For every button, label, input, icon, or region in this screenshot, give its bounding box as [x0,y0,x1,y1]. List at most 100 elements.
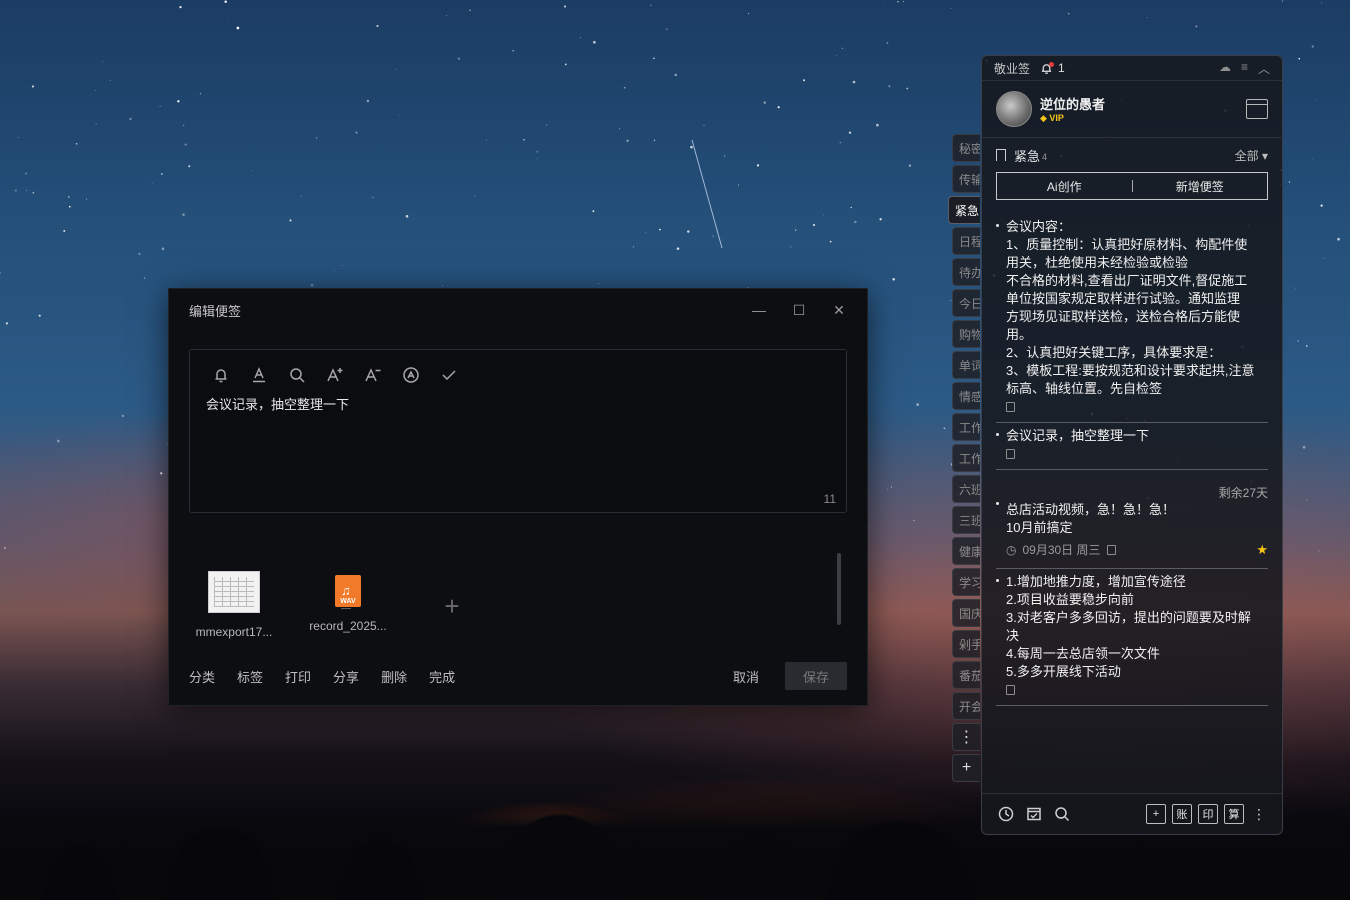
note-meta [996,685,1268,695]
app-name: 敬业签 [994,61,1031,76]
sidetab-6[interactable]: 购物 [952,320,980,348]
sidetab-9[interactable]: 工作 [952,413,980,441]
auto-format-icon[interactable] [396,362,426,388]
font-decrease-icon[interactable] [358,362,388,388]
add-category-button[interactable]: + [952,754,980,782]
notification-dot [1049,61,1055,67]
sidetab-2[interactable]: 紧急 [948,196,980,224]
editor-title: 编辑便签 [189,303,242,319]
avatar[interactable] [996,91,1032,127]
note-line: 1.增加地推力度，增加宣传途径 [1006,574,1186,589]
panel-topbar[interactable]: 敬业签 1 ☁ ≡ ︿ [982,56,1282,81]
checklist-icon[interactable] [1026,806,1042,822]
more-tabs-button[interactable]: ⋮ [952,723,980,751]
days-remaining: 剩余27天 [1218,486,1268,500]
notification-button[interactable]: 1 [1040,61,1065,75]
menu-icon[interactable]: ≡ [1241,60,1248,77]
action-bar: Ai创作 新增便签 [996,172,1268,200]
note-editor[interactable]: 会议记录，抽空整理一下 11 [189,349,847,513]
sidetab-11[interactable]: 六班 [952,475,980,503]
attachments: mmexport17... ♫ WAV record_2025... + [189,571,477,641]
sidetab-8[interactable]: 情感 [952,382,980,410]
text-color-icon[interactable] [244,362,274,388]
note-item[interactable]: 剩余27天总店活动视频，急！急！急！ 10月前搞定 ◷ 09月30日 周三 ★ [996,470,1268,569]
lock-icon[interactable] [1006,449,1015,459]
sidetab-15[interactable]: 国庆 [952,599,980,627]
category-button[interactable]: 分类 [189,667,215,686]
minimize-button[interactable]: — [739,297,779,323]
ai-create-button[interactable]: Ai创作 [997,178,1132,195]
sidetab-16[interactable]: 剁手 [952,630,980,658]
note-line: 3.对老客户多多回访，提出的问题要及时解 [1006,610,1251,625]
note-meta [996,449,1268,459]
filter-dropdown[interactable]: 全部 ▾ [1235,147,1268,164]
editor-titlebar[interactable]: 编辑便签 — ☐ ✕ [169,289,867,331]
add-attachment-button[interactable]: + [427,571,477,641]
note-line: 4.每周一去总店领一次文件 [1006,646,1160,661]
note-content[interactable]: 会议记录，抽空整理一下 [190,388,846,419]
search-icon[interactable] [282,362,312,388]
sidetab-5[interactable]: 今日 [952,289,980,317]
panel-bottombar: + 账 印 算 ⋮ [982,793,1282,834]
username[interactable]: 逆位的愚者 [1040,94,1105,113]
lock-icon[interactable] [1106,544,1116,555]
sidetab-0[interactable]: 秘密 [952,134,980,162]
tag-button[interactable]: 标签 [237,667,263,686]
editor-footer: 分类 标签 打印 分享 删除 完成 取消 保存 [189,661,847,691]
wav-file-icon: ♫ WAV [335,575,361,609]
close-button[interactable]: ✕ [819,297,859,323]
sidetab-1[interactable]: 传输 [952,165,980,193]
note-line: 用关，杜绝使用未经检验或检验 [1006,255,1189,270]
star-icon[interactable]: ★ [1256,542,1268,558]
calendar-icon[interactable] [1246,99,1268,119]
add-note-button[interactable]: 新增便签 [1133,178,1268,195]
new-note-button[interactable]: + [1146,804,1166,824]
sidetab-18[interactable]: 开会 [952,692,980,720]
cloud-sync-icon[interactable]: ☁ [1219,60,1231,77]
clock-icon: ◷ [1006,542,1017,557]
account-button[interactable]: 账 [1172,804,1192,824]
sidetab-13[interactable]: 健康 [952,537,980,565]
bell-icon[interactable] [206,362,236,388]
lock-icon[interactable] [1006,685,1015,695]
window-controls: — ☐ ✕ [739,297,859,323]
attachment-image[interactable]: mmexport17... [189,571,279,641]
check-icon[interactable] [434,362,464,388]
clock-icon[interactable] [998,806,1014,822]
attachment-audio[interactable]: ♫ WAV record_2025... [303,571,393,641]
more-options-icon[interactable]: ⋮ [1252,806,1266,823]
note-item[interactable]: 1.增加地推力度，增加宣传途径 2.项目收益要稳步向前 3.对老客户多多回访，提出的… [996,569,1268,706]
save-button[interactable]: 保存 [785,662,847,690]
sidetab-12[interactable]: 三班 [952,506,980,534]
search-icon[interactable] [1054,806,1070,822]
collapse-icon[interactable]: ︿ [1258,60,1270,77]
sidetab-3[interactable]: 日程 [952,227,980,255]
note-line: 总店活动视频，急！急！急！ [1006,502,1176,517]
sidetab-4[interactable]: 待办 [952,258,980,286]
note-line: 2.项目收益要稳步向前 [1006,592,1134,607]
note-line: 不合格的材料,查看出厂证明文件,督促施工 [1006,273,1248,288]
print-button[interactable]: 打印 [285,667,311,686]
cancel-button[interactable]: 取消 [733,667,759,686]
print-button[interactable]: 印 [1198,804,1218,824]
calculator-button[interactable]: 算 [1224,804,1244,824]
attachments-scrollbar[interactable] [837,553,841,625]
note-list: 会议内容： 1、质量控制：认真把好原材料、构配件使 用关，杜绝使用未经检验或检验 不合… [982,200,1282,706]
note-item[interactable]: 会议内容： 1、质量控制：认真把好原材料、构配件使 用关，杜绝使用未经检验或检验 不合… [996,214,1268,423]
note-item[interactable]: 会议记录，抽空整理一下 [996,423,1268,470]
note-meta [996,402,1268,412]
sidetab-10[interactable]: 工作 [952,444,980,472]
category-title: 紧急 [1014,148,1041,164]
reminder-date: 09月30日 周三 [1022,543,1101,557]
lock-icon[interactable] [1006,402,1015,412]
sidetab-17[interactable]: 番茄 [952,661,980,689]
font-increase-icon[interactable] [320,362,350,388]
note-line: 10月前搞定 [1006,520,1073,535]
share-button[interactable]: 分享 [333,667,359,686]
category-header: 紧急 4 全部 ▾ [982,138,1282,172]
maximize-button[interactable]: ☐ [779,297,819,323]
delete-button[interactable]: 删除 [381,667,407,686]
sidetab-7[interactable]: 单词 [952,351,980,379]
complete-button[interactable]: 完成 [429,667,455,686]
sidetab-14[interactable]: 学习 [952,568,980,596]
